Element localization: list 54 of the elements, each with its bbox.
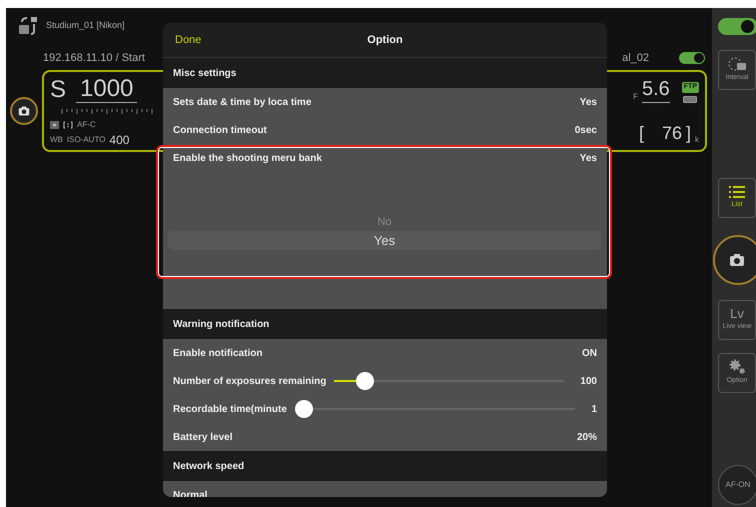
section-header: Warning notification [163, 309, 607, 339]
picker-option[interactable]: Yes [168, 231, 601, 250]
setting-row[interactable]: Enable the shooting meru bank Yes [168, 144, 607, 172]
camera-icon [729, 252, 747, 268]
setting-label: Connection timeout [173, 124, 267, 138]
setting-label: Enable notification [173, 346, 262, 360]
metering-icon [50, 120, 59, 128]
frame-bracket: ] [686, 122, 691, 145]
setting-label: Recordable time(minute [173, 402, 287, 416]
section-header: Misc settings [163, 58, 607, 88]
frame-bracket: [ [638, 122, 644, 145]
group-camera-icon [18, 16, 40, 36]
timer-camera-icon [728, 56, 746, 71]
setting-label: Battery level [173, 430, 232, 444]
slider-thumb[interactable] [356, 372, 374, 390]
aperture-value: 5.6 [642, 76, 670, 102]
section-header: Network speed [163, 451, 607, 481]
shutter-speed: 1000 [76, 76, 138, 102]
gears-icon [728, 359, 746, 374]
camera-name: al_02 [622, 51, 649, 66]
connection-status: 192.168.11.10 / Start [43, 51, 145, 66]
setting-value: Yes [580, 96, 597, 110]
iso-label: ISO-AUTO [66, 134, 106, 146]
shutter-button[interactable] [713, 235, 756, 285]
camera-name: Studium_01 [Nikon] [46, 19, 125, 32]
remaining-frames: 76 [662, 120, 682, 146]
setting-value: 1 [591, 402, 597, 416]
setting-value: ON [582, 346, 597, 360]
list-icon [729, 185, 745, 198]
done-button[interactable]: Done [175, 32, 202, 48]
setting-value: 100 [580, 374, 597, 388]
camera-button[interactable] [10, 96, 38, 124]
battery-icon [683, 96, 698, 102]
slider[interactable] [294, 400, 576, 418]
focus-area-icon [63, 120, 73, 128]
mode-toggle[interactable] [718, 18, 756, 35]
shooting-mode: S [50, 76, 66, 102]
dialog-title: Option [367, 32, 403, 48]
slider-thumb[interactable] [294, 400, 313, 418]
setting-label: Enable the shooting meru bank [173, 152, 322, 166]
setting-value: 20% [576, 430, 597, 444]
camera-toggle[interactable] [679, 52, 705, 64]
remaining-unit: k [695, 134, 699, 146]
setting-value: 0sec [574, 124, 597, 138]
focus-mode: AF-C [77, 118, 96, 130]
setting-label: Number of exposures remaining [173, 374, 326, 388]
aperture-prefix: F [633, 90, 638, 102]
iso-value: 400 [109, 134, 130, 146]
af-on-button[interactable]: AF-ON [718, 465, 756, 505]
lv-glyph: Lv [730, 307, 744, 320]
setting-label: Sets date & time by loca time [173, 96, 312, 110]
setting-value: Yes [580, 152, 597, 166]
slider[interactable] [334, 372, 564, 390]
wb-label: WB [50, 134, 63, 146]
